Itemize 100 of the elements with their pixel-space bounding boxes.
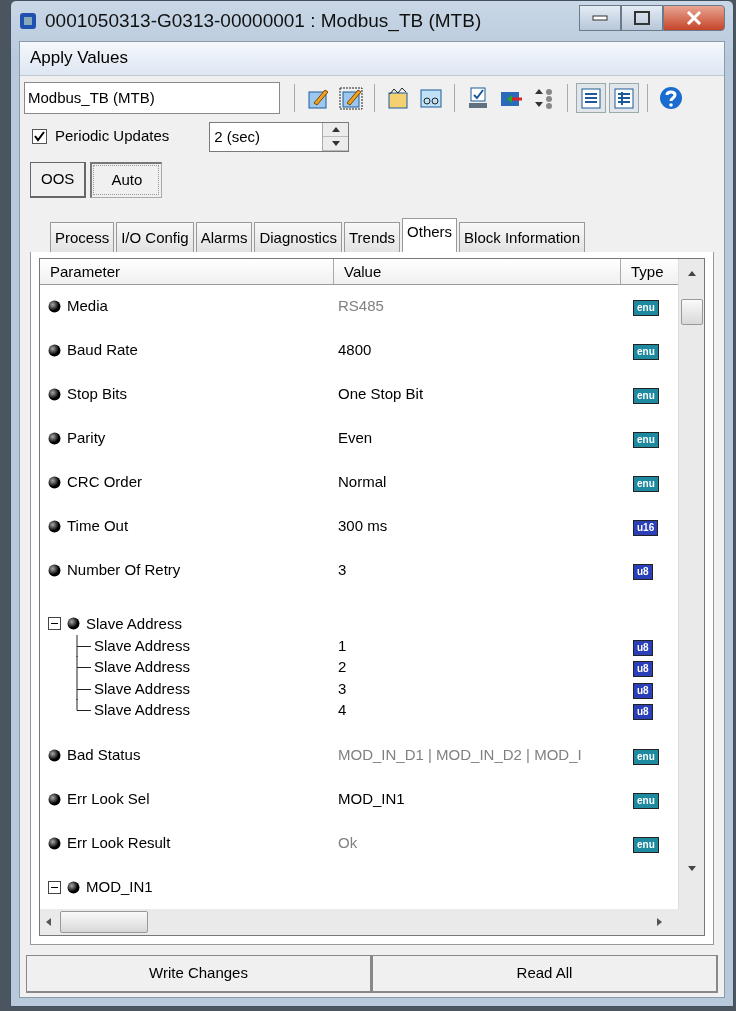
- menu-item[interactable]: Apply Values: [30, 45, 128, 71]
- parameter-value[interactable]: Even: [338, 429, 373, 447]
- help-icon: [659, 85, 683, 110]
- parameter-value[interactable]: 3: [338, 679, 347, 697]
- type-badge: u8: [633, 661, 653, 677]
- type-badge: u16: [633, 520, 659, 537]
- list-icon: [579, 85, 603, 110]
- parameter-name: Number Of Retry: [67, 560, 181, 581]
- maximize-button[interactable]: [621, 5, 663, 31]
- app-icon: [19, 11, 37, 30]
- close-icon: [686, 11, 702, 25]
- type-badge: enu: [633, 388, 659, 405]
- edit-icon: [339, 85, 363, 110]
- parameter-name: Bad Status: [67, 744, 141, 765]
- type-badge: u8: [633, 639, 653, 656]
- column-header[interactable]: Parameter: [40, 258, 334, 284]
- parameter-value[interactable]: 4800: [338, 341, 372, 359]
- parameter-name: Slave Address: [94, 657, 190, 677]
- type-badge: enu: [633, 792, 659, 809]
- close-button[interactable]: [663, 5, 725, 31]
- parameter-value[interactable]: 1: [338, 636, 347, 654]
- action-button[interactable]: Read All: [372, 955, 718, 993]
- scroll-thumb[interactable]: [680, 298, 703, 325]
- bullet-icon: [67, 617, 80, 631]
- maximize-icon: [634, 11, 650, 25]
- bullet-icon: [48, 520, 61, 533]
- parameter-value[interactable]: One Stop Bit: [338, 385, 424, 403]
- checkbox[interactable]: [32, 129, 47, 144]
- parameter-value[interactable]: 3: [338, 561, 347, 579]
- parameter-name: Media: [67, 296, 108, 317]
- parameter-value[interactable]: 2: [338, 658, 347, 675]
- toolbar-button[interactable]: [609, 82, 639, 113]
- type-badge: u8: [633, 704, 653, 720]
- parameter-value[interactable]: Normal: [338, 473, 387, 491]
- bullet-icon: [48, 564, 61, 577]
- tab[interactable]: Others: [402, 217, 458, 252]
- tab[interactable]: Diagnostics: [254, 221, 342, 252]
- tree-line: [76, 656, 92, 678]
- table-icon: [612, 85, 636, 110]
- scroll-right-icon[interactable]: [656, 917, 664, 927]
- parameter-name: MOD_IN1: [86, 876, 153, 897]
- parameter-name: CRC Order: [67, 472, 142, 493]
- window-title: 0001050313-G0313-00000001 : Modbus_TB (MTB): [45, 8, 482, 34]
- parameter-name: Slave Address: [94, 678, 190, 699]
- tree-line: [76, 634, 92, 657]
- scroll-thumb[interactable]: [60, 911, 148, 933]
- tab[interactable]: I/O Config: [116, 221, 194, 252]
- parameter-name: Parity: [67, 428, 106, 449]
- monitor-icon: [466, 85, 490, 110]
- parameter-value[interactable]: MOD_IN1: [338, 789, 405, 807]
- toolbar-button[interactable]: [576, 82, 606, 113]
- tab[interactable]: Process: [50, 221, 115, 252]
- bullet-icon: [48, 836, 61, 850]
- type-badge: enu: [633, 344, 659, 361]
- type-badge: enu: [633, 476, 659, 493]
- parameter-value: RS485: [338, 297, 384, 315]
- parameter-value[interactable]: 4: [338, 701, 347, 718]
- checkbox-label: Periodic Updates: [55, 126, 170, 147]
- parameter-name: Slave Address: [94, 635, 190, 656]
- type-badge: enu: [633, 836, 659, 853]
- parameter-name: Stop Bits: [67, 384, 128, 405]
- bullet-icon: [48, 792, 61, 806]
- block-name-field[interactable]: Modbus_TB (MTB): [24, 81, 280, 114]
- tab[interactable]: Trends: [343, 221, 401, 252]
- scroll-left-icon[interactable]: [44, 917, 52, 927]
- parameter-name: Err Look Sel: [67, 788, 150, 809]
- action-button[interactable]: Write Changes: [26, 955, 372, 993]
- mode-button[interactable]: Auto: [90, 161, 163, 198]
- bullet-icon: [48, 748, 61, 762]
- interval-spinner[interactable]: 2 (sec): [209, 121, 350, 152]
- bullet-icon: [48, 300, 61, 313]
- parameter-name: Slave Address: [94, 700, 190, 720]
- bullet-icon: [48, 476, 61, 489]
- type-badge: u8: [633, 564, 653, 581]
- type-badge: u8: [633, 682, 653, 699]
- bullet-icon: [67, 880, 80, 894]
- horizontal-scrollbar[interactable]: [40, 909, 704, 935]
- bullet-icon: [48, 344, 61, 357]
- minimize-button[interactable]: [579, 5, 621, 31]
- tab[interactable]: Alarms: [195, 221, 253, 252]
- parameter-name: Slave Address: [86, 613, 182, 634]
- vertical-scrollbar[interactable]: [678, 258, 704, 909]
- type-badge: enu: [633, 748, 659, 765]
- expand-toggle[interactable]: [48, 880, 61, 894]
- parameter-value[interactable]: 300 ms: [338, 517, 388, 535]
- chart-icon: [386, 85, 410, 110]
- parameter-name: Baud Rate: [67, 340, 138, 361]
- bullet-icon: [48, 388, 61, 401]
- parameter-name: Err Look Result: [67, 832, 171, 853]
- expand-toggle[interactable]: [48, 617, 61, 631]
- bullet-icon: [48, 432, 61, 445]
- parameter-name: Time Out: [67, 516, 129, 537]
- tab[interactable]: Block Information: [459, 221, 585, 252]
- scroll-down-icon[interactable]: [686, 865, 697, 873]
- parameter-value: MOD_IN_D1 | MOD_IN_D2 | MOD_I: [338, 745, 582, 763]
- minimize-icon: [592, 15, 608, 21]
- mode-button[interactable]: OOS: [30, 161, 87, 198]
- column-header[interactable]: Value: [334, 258, 621, 284]
- parameter-value: Ok: [338, 833, 358, 851]
- type-badge: enu: [633, 432, 659, 449]
